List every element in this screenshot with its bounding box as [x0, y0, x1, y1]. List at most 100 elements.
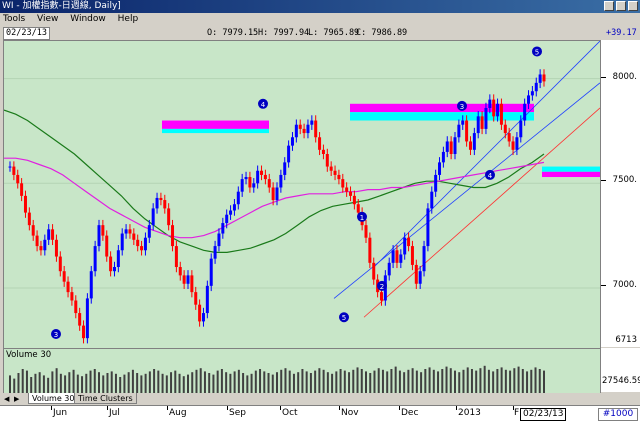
candle-body [105, 235, 109, 257]
volume-bar [432, 369, 435, 393]
wave-marker-label: 1 [360, 214, 364, 222]
volume-bar [93, 369, 96, 393]
candle-body [217, 233, 221, 247]
volume-bar [403, 372, 406, 393]
candle-body [488, 99, 492, 108]
candle-body [337, 174, 341, 180]
volume-bar [254, 370, 257, 393]
quote-date[interactable]: 02/23/13 [3, 27, 50, 40]
candle-body [252, 183, 256, 188]
candle-body [201, 313, 205, 322]
candle-body [54, 239, 58, 257]
bar-count-box[interactable]: #1000 [598, 408, 638, 421]
candle-body [480, 116, 484, 129]
candle-body [302, 128, 306, 134]
volume-bar [144, 373, 147, 393]
volume-bar [64, 375, 67, 393]
time-label-sep: Sep [229, 408, 246, 418]
volume-bar [246, 375, 249, 393]
volume-bar [17, 373, 20, 393]
time-label-2013: 2013 [458, 408, 481, 418]
candle-body [321, 149, 325, 155]
candle-body [263, 174, 267, 180]
candle-body [275, 187, 279, 201]
wave-marker-label: 3 [460, 103, 464, 111]
volume-bar [398, 370, 401, 393]
candle-body [379, 292, 383, 301]
tab-scroll-left-icon[interactable]: ◀ [4, 394, 9, 405]
candle-body [333, 170, 337, 175]
candle-body [325, 154, 329, 167]
menu-view[interactable]: View [37, 13, 58, 26]
tab-scroll-right-icon[interactable]: ▶ [14, 394, 19, 405]
time-label-jun: Jun [53, 408, 68, 418]
tab-volume-30[interactable]: Volume 30 [28, 393, 79, 404]
candle-body [128, 229, 132, 234]
volume-bar [72, 369, 75, 393]
tab-time-clusters[interactable]: Time Clusters [74, 393, 137, 404]
volume-bar [165, 375, 168, 393]
price-axis-tick [601, 180, 606, 181]
volume-bar [267, 373, 270, 393]
volume-bar [373, 370, 376, 393]
price-axis: 8000. 7500. 7000. 6713 [600, 40, 640, 347]
price-zone [162, 120, 269, 129]
candle-body [503, 124, 507, 134]
time-label-feb: F [514, 408, 520, 418]
menu-window[interactable]: Window [70, 13, 106, 26]
candle-body [430, 191, 434, 209]
candle-body [151, 208, 155, 226]
candle-body [519, 120, 523, 138]
volume-bar [301, 369, 304, 393]
candle-body [256, 170, 260, 184]
current-date-marker[interactable]: 02/23/13 [520, 408, 567, 421]
price-chart[interactable]: 3 4 5 1 2 3 4 5 [3, 40, 601, 349]
candle-body [538, 74, 542, 83]
maximize-button[interactable] [616, 1, 626, 11]
volume-bar [487, 369, 490, 393]
volume-panel[interactable]: Volume 30 [3, 348, 601, 394]
candle-body [101, 225, 105, 236]
volume-bar [98, 372, 100, 393]
candle-body [174, 246, 178, 268]
volume-bar [470, 369, 473, 393]
candle-body [66, 281, 70, 293]
volume-bar [509, 370, 512, 393]
candle-body [341, 179, 345, 188]
time-axis[interactable]: Jun Jul Aug Sep Oct Nov Dec 2013 F 02/23… [0, 405, 640, 424]
volume-bar [47, 377, 50, 393]
candle-body [511, 141, 515, 150]
candle-body [82, 325, 86, 339]
candle-body [399, 254, 403, 263]
candle-body [58, 256, 62, 272]
candle-body [457, 124, 461, 138]
volume-bar [114, 373, 117, 393]
price-axis-tick [601, 285, 606, 286]
volume-bar [89, 370, 92, 393]
candle-body [484, 107, 488, 129]
volume-bar [534, 367, 537, 393]
candle-body [453, 137, 457, 155]
close-button[interactable] [628, 1, 638, 11]
volume-bar [237, 369, 240, 393]
volume-bar [297, 372, 300, 393]
menu-tools[interactable]: Tools [3, 13, 25, 26]
wave-marker-label: 5 [535, 48, 539, 56]
volume-title: Volume 30 [6, 350, 52, 360]
time-tick [227, 406, 228, 410]
volume-axis: 27546.59 [600, 348, 640, 392]
price-zone [350, 103, 534, 113]
minimize-button[interactable] [604, 1, 614, 11]
volume-bar [390, 369, 393, 393]
wave-marker-label: 5 [342, 314, 346, 322]
volume-bar [411, 368, 414, 393]
volume-bar [220, 369, 223, 393]
menu-help[interactable]: Help [118, 13, 139, 26]
candle-body [20, 183, 24, 196]
quote-low: L: 7965.89 [308, 28, 360, 38]
volume-bar [102, 375, 105, 393]
price-zone [542, 171, 600, 178]
volume-bar [191, 372, 194, 393]
volume-bar [280, 369, 283, 393]
candle-body [465, 120, 469, 142]
